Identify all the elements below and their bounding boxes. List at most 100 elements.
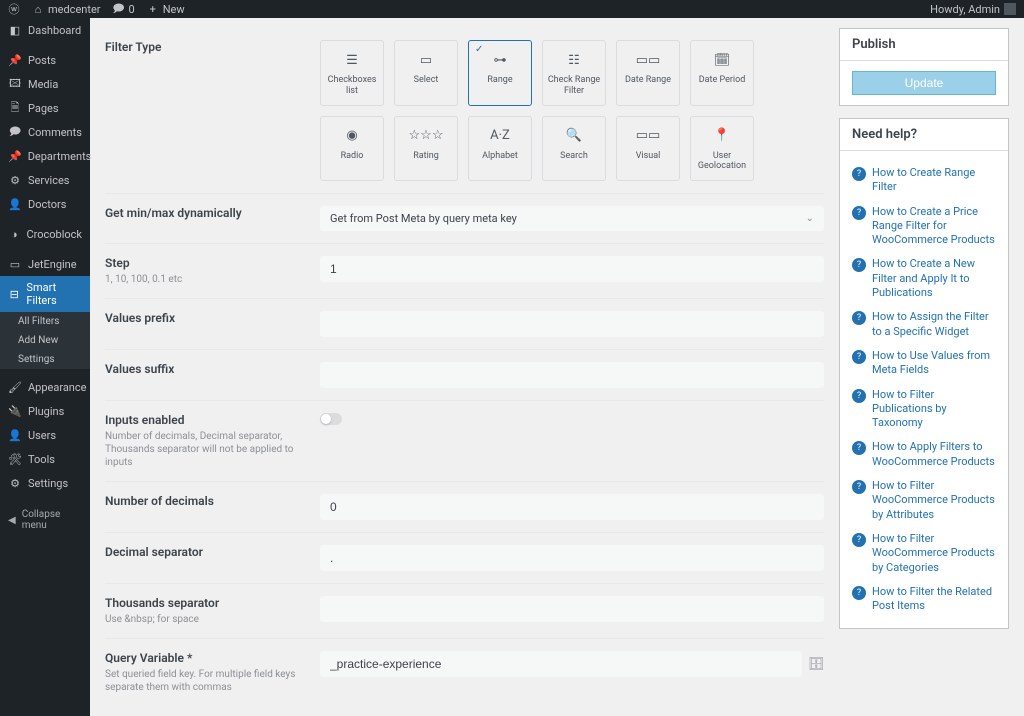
update-button[interactable]: Update [852, 71, 996, 95]
alphabet-icon: A·Z [473, 125, 527, 147]
collapse-icon: ◀ [8, 515, 16, 526]
sidebar-item-smartfilters[interactable]: ⊟Smart Filters [0, 276, 90, 312]
wp-logo[interactable]: ⓦ [8, 3, 20, 15]
avatar [1004, 3, 1016, 15]
dashboard-icon: ◧ [8, 23, 22, 37]
sidebar-item-comments[interactable]: 🗩Comments [0, 120, 90, 144]
thsep-label: Thousands separator [105, 596, 320, 610]
filter-tile-radio[interactable]: ◉Radio [320, 116, 384, 182]
submenu-settings[interactable]: Settings [0, 350, 90, 369]
filter-tile-label: Radio [325, 151, 379, 162]
help-link[interactable]: How to Create a New Filter and Apply It … [872, 257, 996, 300]
sidebar-item-doctors[interactable]: 👤Doctors [0, 192, 90, 216]
submenu-add-new[interactable]: Add New [0, 331, 90, 350]
publish-title: Publish [840, 29, 1008, 61]
filter-tile-search[interactable]: 🔍Search [542, 116, 606, 182]
filter-tile-checkrange[interactable]: ☷Check Range Filter [542, 40, 606, 106]
suffix-input[interactable] [320, 362, 824, 388]
sidebar-item-dashboard[interactable]: ◧Dashboard [0, 18, 90, 42]
prefix-input[interactable] [320, 311, 824, 337]
help-link[interactable]: How to Use Values from Meta Fields [872, 349, 996, 378]
filter-tile-label: Select [399, 75, 453, 86]
sidebar-item-appearance[interactable]: 🖌 Appearance [0, 375, 90, 399]
sidebar-item-posts[interactable]: 📌Posts [0, 48, 90, 72]
howdy-label: Howdy, Admin [930, 3, 1000, 16]
database-icon[interactable]: 🗄 [808, 656, 824, 672]
sidebar-item-departments[interactable]: 📌Departments [0, 144, 90, 168]
filter-tile-visual[interactable]: ▭▭Visual [616, 116, 680, 182]
crocoblock-icon: ◑ [8, 227, 20, 241]
filter-tile-alphabet[interactable]: A·ZAlphabet [468, 116, 532, 182]
filter-tile-geolocation[interactable]: 📍 User Geolocation [690, 116, 754, 182]
sidebar-item-label: Doctors [28, 198, 66, 211]
sidebar-item-crocoblock[interactable]: ◑Crocoblock [0, 222, 90, 246]
question-icon: ? [852, 533, 866, 547]
decimals-input[interactable] [320, 494, 824, 520]
howdy[interactable]: Howdy, Admin [930, 3, 1016, 16]
checkrange-icon: ☷ [547, 49, 601, 71]
sidebar-item-media[interactable]: 🖾Media [0, 72, 90, 96]
comments-link[interactable]: 🗩0 [113, 3, 135, 16]
new-label: New [163, 3, 185, 16]
sidebar-item-tools[interactable]: 🛠Tools [0, 447, 90, 471]
brush-icon: 🖌 [8, 380, 22, 394]
collapse-menu[interactable]: ◀ Collapse menu [0, 501, 90, 539]
publish-panel: Publish Update [839, 28, 1009, 106]
sidebar-item-pages[interactable]: 🗎Pages [0, 96, 90, 120]
geo-icon: 📍 [695, 125, 749, 147]
filter-tile-select[interactable]: ▭Select [394, 40, 458, 106]
filter-tile-dateperiod[interactable]: 🗓Date Period [690, 40, 754, 106]
suffix-label: Values suffix [105, 362, 320, 388]
collapse-label: Collapse menu [22, 509, 82, 531]
sidebar-item-label: JetEngine [28, 258, 77, 271]
sidebar-item-label: Appearance [28, 381, 87, 394]
filter-tile-checkboxes[interactable]: ☰Checkboxes list [320, 40, 384, 106]
filter-tile-rating[interactable]: ☆☆☆Rating [394, 116, 458, 182]
submenu-all-filters[interactable]: All Filters [0, 312, 90, 331]
getminmax-select[interactable]: Get from Post Meta by query meta key ⌄ [320, 206, 824, 231]
help-link[interactable]: How to Filter the Related Post Items [872, 585, 996, 614]
help-link[interactable]: How to Apply Filters to WooCommerce Prod… [872, 440, 996, 469]
checkboxes-icon: ☰ [325, 49, 379, 71]
question-icon: ? [852, 350, 866, 364]
inputs-desc: Number of decimals, Decimal separator, T… [105, 430, 320, 469]
help-link[interactable]: How to Filter Publications by Taxonomy [872, 388, 996, 431]
update-label: Update [905, 76, 944, 90]
filter-tile-range[interactable]: ✓⊶Range [468, 40, 532, 106]
sidebar-item-users[interactable]: 👤Users [0, 423, 90, 447]
inputs-toggle[interactable] [320, 413, 342, 425]
help-link[interactable]: How to Create Range Filter [872, 166, 996, 195]
decsep-input[interactable] [320, 545, 824, 571]
sidebar-item-label: Tools [28, 453, 55, 466]
question-icon: ? [852, 206, 866, 220]
filter-tile-label: User Geolocation [695, 151, 749, 173]
sidebar-item-plugins[interactable]: 🔌Plugins [0, 399, 90, 423]
question-icon: ? [852, 167, 866, 181]
decsep-label: Decimal separator [105, 545, 320, 571]
filter-tile-label: Date Period [695, 75, 749, 86]
help-link[interactable]: How to Assign the Filter to a Specific W… [872, 310, 996, 339]
users-icon: 👤 [8, 428, 22, 442]
sidebar-item-label: Departments [28, 150, 92, 163]
new-content[interactable]: +New [147, 3, 185, 16]
inputs-label: Inputs enabled [105, 413, 320, 427]
sidebar-item-label: Comments [28, 126, 82, 139]
gear-icon: ⚙ [8, 173, 22, 187]
site-name[interactable]: ⌂medcenter [32, 3, 101, 16]
filter-tile-label: Search [547, 151, 601, 162]
sidebar-item-services[interactable]: ⚙Services [0, 168, 90, 192]
media-icon: 🖾 [8, 77, 22, 91]
plugin-icon: 🔌 [8, 404, 22, 418]
filter-tile-daterange[interactable]: ▭▭Date Range [616, 40, 680, 106]
sidebar-item-jetengine[interactable]: ▭JetEngine [0, 252, 90, 276]
question-icon: ? [852, 480, 866, 494]
step-input[interactable] [320, 256, 824, 282]
thsep-input[interactable] [320, 596, 824, 622]
help-link[interactable]: How to Filter WooCommerce Products by At… [872, 479, 996, 522]
sidebar-item-settings[interactable]: ⚙Settings [0, 471, 90, 495]
prefix-label: Values prefix [105, 311, 320, 337]
help-link[interactable]: How to Filter WooCommerce Products by Ca… [872, 532, 996, 575]
question-icon: ? [852, 441, 866, 455]
query-input[interactable] [320, 651, 802, 677]
help-link[interactable]: How to Create a Price Range Filter for W… [872, 205, 996, 248]
